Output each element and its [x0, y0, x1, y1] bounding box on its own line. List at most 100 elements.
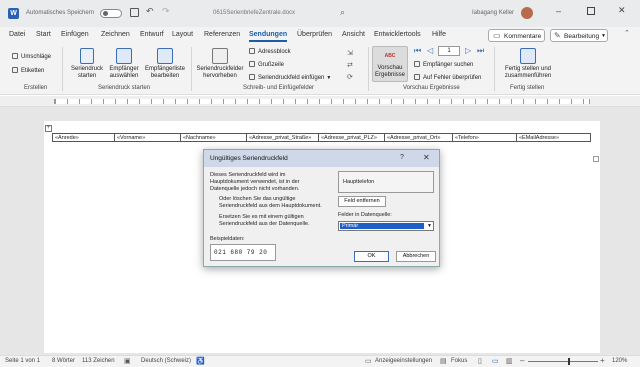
- greeting-line-button[interactable]: Grußzeile: [249, 61, 284, 68]
- rules-icon[interactable]: ⇲: [347, 49, 353, 57]
- zoom-slider[interactable]: [528, 358, 598, 365]
- web-layout-icon[interactable]: ▥: [506, 357, 513, 365]
- language[interactable]: Deutsch (Schweiz): [141, 358, 191, 364]
- remove-field-button[interactable]: Feld entfernen: [338, 196, 386, 207]
- merge-field-cell[interactable]: «Adresse_privat_Straße»: [246, 133, 319, 142]
- word-count[interactable]: 8 Wörter: [52, 358, 75, 364]
- redo-icon[interactable]: ↷: [162, 6, 170, 17]
- merge-field-cell[interactable]: «EMailAdresse»: [516, 133, 591, 142]
- datasource-field-select[interactable]: Primär ▼: [338, 221, 434, 231]
- last-record-icon[interactable]: ⏭: [477, 46, 484, 56]
- ribbon-collapse-icon[interactable]: ⌃: [624, 29, 630, 37]
- preview-results-button[interactable]: ABC Vorschau Ergebnisse: [372, 46, 408, 82]
- merge-field-cell[interactable]: «Nachname»: [180, 133, 247, 142]
- comments-button[interactable]: ▭ Kommentare: [488, 29, 545, 42]
- selected-field-text: Primär: [342, 223, 359, 229]
- read-mode-icon[interactable]: ▯: [478, 357, 482, 365]
- sample-data-label: Beispieldaten:: [210, 236, 245, 242]
- maximize-icon[interactable]: [587, 7, 595, 15]
- fields-in-datasource-label: Felder in Datenquelle:: [338, 212, 392, 218]
- table-resize-handle-icon[interactable]: [593, 156, 599, 162]
- display-settings[interactable]: Anzeigeeinstellungen: [375, 358, 432, 364]
- tab-einfuegen[interactable]: Einfügen: [61, 31, 89, 38]
- tab-entwicklertools[interactable]: Entwicklertools: [374, 31, 421, 38]
- zoom-level[interactable]: 120%: [612, 358, 627, 364]
- find-recipient-icon: [414, 61, 420, 67]
- proofing-icon[interactable]: ▣: [124, 357, 131, 365]
- focus-icon[interactable]: ▤: [440, 357, 447, 365]
- finish-merge-button[interactable]: Fertig stellen und zusammenführen: [498, 48, 558, 80]
- labels-label: Etiketten: [21, 68, 45, 74]
- editing-mode-button[interactable]: ✎ Bearbeitung ▼: [550, 29, 608, 42]
- remove-instruction: Oder löschen Sie das ungültige Seriendru…: [219, 196, 322, 209]
- close-icon[interactable]: ✕: [618, 5, 626, 16]
- sample-data-value: 021 680 79 20: [214, 249, 268, 256]
- greeting-icon: [249, 61, 255, 67]
- check-errors-button[interactable]: Auf Fehler überprüfen: [414, 74, 481, 81]
- minimize-icon[interactable]: –: [556, 6, 561, 16]
- editing-label: Bearbeitung: [564, 33, 600, 40]
- accessibility-icon[interactable]: ♿: [196, 357, 205, 365]
- page-count[interactable]: Seite 1 von 1: [5, 358, 40, 364]
- ribbon: Umschläge Etiketten Erstellen Seriendruc…: [0, 45, 640, 95]
- envelopes-button[interactable]: Umschläge: [12, 53, 51, 60]
- merge-field-cell[interactable]: «Adresse_privat_Ort»: [384, 133, 453, 142]
- dialog-close-icon[interactable]: ✕: [423, 153, 430, 162]
- zoom-in-icon[interactable]: +: [600, 356, 605, 365]
- zoom-out-icon[interactable]: –: [520, 356, 524, 365]
- print-layout-icon[interactable]: ▭: [492, 357, 499, 365]
- autosave-toggle[interactable]: [100, 9, 122, 18]
- char-count[interactable]: 113 Zeichen: [82, 358, 115, 364]
- check-errors-icon: [414, 74, 420, 80]
- tab-ansicht[interactable]: Ansicht: [342, 31, 365, 38]
- merge-field-cell[interactable]: «Vorname»: [114, 133, 181, 142]
- address-block-button[interactable]: Adressblock: [249, 48, 291, 55]
- focus-mode[interactable]: Fokus: [451, 358, 467, 364]
- search-icon[interactable]: ⌕: [340, 7, 345, 18]
- envelopes-label: Umschläge: [21, 54, 52, 60]
- tab-entwurf[interactable]: Entwurf: [140, 31, 164, 38]
- tab-layout[interactable]: Layout: [172, 31, 193, 38]
- address-block-icon: [249, 48, 255, 54]
- previous-record-icon[interactable]: ◁: [427, 46, 433, 55]
- labels-button[interactable]: Etiketten: [12, 67, 44, 74]
- avatar[interactable]: [521, 7, 533, 19]
- ok-button[interactable]: OK: [354, 251, 389, 262]
- merge-field-cell[interactable]: «Adresse_privat_PLZ»: [318, 133, 385, 142]
- find-recipient-button[interactable]: Empfänger suchen: [414, 61, 473, 68]
- preview-abc-icon: ABC: [384, 53, 396, 59]
- record-number-input[interactable]: 1: [438, 46, 460, 56]
- table-move-handle-icon[interactable]: +: [45, 125, 52, 132]
- select-recipients-button[interactable]: Empfänger auswählen: [104, 48, 144, 80]
- dialog-title: Ungültiges Seriendruckfeld: [210, 155, 288, 162]
- tab-zeichnen[interactable]: Zeichnen: [101, 31, 130, 38]
- tab-hilfe[interactable]: Hilfe: [432, 31, 446, 38]
- insert-merge-field-label: Seriendruckfeld einfügen: [258, 75, 325, 81]
- save-icon[interactable]: [130, 8, 139, 17]
- update-labels-icon[interactable]: ⟳: [347, 73, 353, 81]
- edit-recipient-list-button[interactable]: Empfängerliste bearbeiten: [142, 48, 188, 80]
- insert-merge-field-button[interactable]: Seriendruckfeld einfügen ▼: [249, 74, 331, 81]
- merge-field-cell[interactable]: «Telefon»: [452, 133, 517, 142]
- help-icon[interactable]: ?: [400, 154, 404, 161]
- group-seriendruck-starten: Seriendruck starten: [98, 85, 151, 91]
- next-record-icon[interactable]: ▷: [465, 46, 471, 55]
- cancel-button[interactable]: Abbrechen: [396, 251, 436, 262]
- dialog-message: Dieses Seriendruckfeld wird im Hauptdoku…: [210, 172, 300, 192]
- tab-ueberpruefen[interactable]: Überprüfen: [297, 31, 332, 38]
- match-fields-icon[interactable]: ⇄: [347, 61, 353, 69]
- highlight-fields-button[interactable]: Seriendruckfelder hervorheben: [194, 48, 246, 80]
- horizontal-ruler[interactable]: [0, 96, 640, 107]
- display-settings-icon[interactable]: ▭: [365, 357, 372, 365]
- undo-icon[interactable]: ↶: [146, 6, 154, 17]
- tab-referenzen[interactable]: Referenzen: [204, 31, 240, 38]
- tab-datei[interactable]: Datei: [9, 31, 25, 38]
- tab-sendungen[interactable]: Sendungen: [249, 31, 288, 42]
- recipients-icon: [116, 48, 132, 64]
- tab-start[interactable]: Start: [36, 31, 51, 38]
- merge-field-cell[interactable]: «Anrede»: [52, 133, 115, 142]
- first-record-icon[interactable]: ⏮: [414, 46, 421, 56]
- start-mail-merge-button[interactable]: Seriendruck starten: [66, 48, 108, 80]
- replace-instruction: Ersetzen Sie es mit einem gültigen Serie…: [219, 214, 310, 227]
- autosave-label: Automatisches Speichern: [26, 10, 95, 16]
